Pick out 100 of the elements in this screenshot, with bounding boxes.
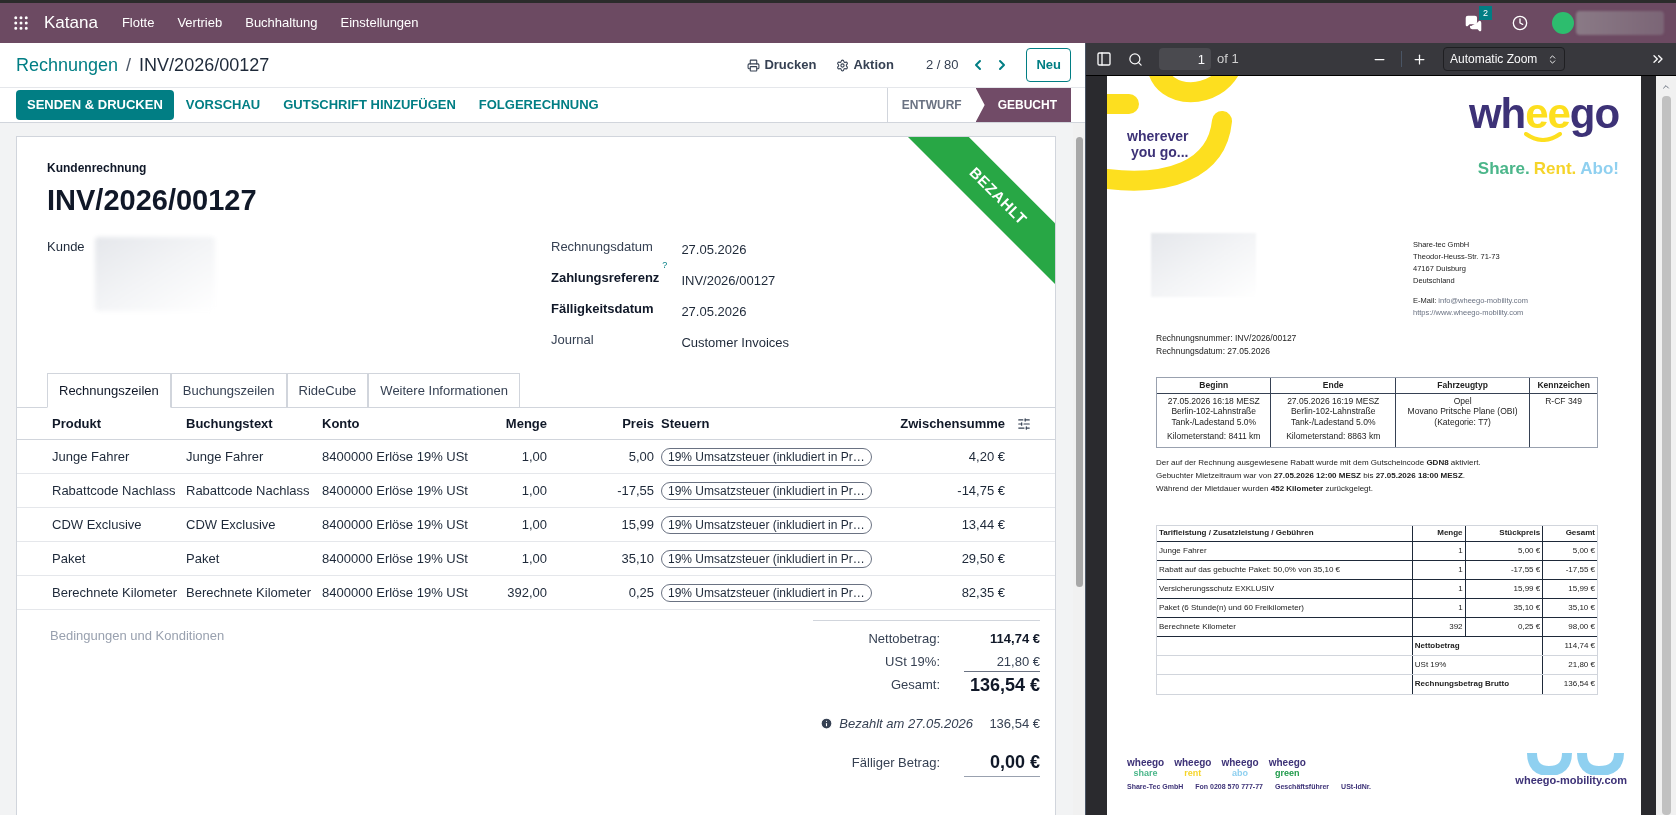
pager-text: 2 / 80 — [925, 56, 959, 75]
app-name[interactable]: Katana — [44, 10, 98, 36]
field-label: Zahlungsreferenz — [551, 268, 660, 287]
pdf-cell-text: 1 — [1412, 579, 1466, 598]
pdf-cell-text: Berechnete Kilometer — [1157, 617, 1413, 636]
total-label: Fälliger Betrag: — [851, 754, 940, 773]
note-text: Während der Mietdauer wurden 452 Kilometer zurückgelegt. — [1156, 482, 1374, 495]
record-title: INV/2026/00127 — [139, 53, 270, 77]
zoom-in-icon[interactable] — [1412, 51, 1427, 67]
status-step[interactable]: GEBUCHT — [975, 88, 1071, 122]
field-label: Fälligkeitsdatum — [551, 299, 654, 318]
total-label: Nettobetrag: — [868, 629, 940, 648]
menu-item[interactable]: Buchhaltung — [245, 13, 318, 33]
pdf-column-header: Fahrzeugtyp — [1395, 378, 1531, 393]
header-button[interactable]: VORSCHAU — [174, 90, 272, 120]
search-icon[interactable] — [1128, 51, 1143, 67]
column-header[interactable]: Zwischensumme — [874, 413, 1005, 434]
due-amount: 0,00 € — [964, 749, 1040, 777]
notebook-tab[interactable]: RideCube — [286, 372, 369, 408]
select-caret-icon — [1547, 53, 1558, 65]
pdf-cell-text: Berlin-102-Lahnstraße — [1171, 406, 1257, 417]
tagline-word: Share. — [1477, 158, 1530, 180]
pdf-column-header: Stückpreis — [1465, 525, 1544, 541]
field-value[interactable]: Customer Invoices — [681, 334, 790, 350]
field-value[interactable]: 27.05.2026 — [681, 303, 747, 319]
menu-item[interactable]: Flotte — [121, 13, 155, 33]
menu-item[interactable]: Einstellungen — [340, 13, 419, 33]
slogan-text: you go... — [1130, 144, 1189, 160]
pdf-column-header: Ende — [1271, 378, 1396, 393]
pdf-cell-text: R-CF 349 — [1545, 395, 1583, 406]
chat-icon[interactable] — [1465, 14, 1482, 32]
pdf-cell-text: -17,55 € — [1564, 563, 1596, 576]
pdf-cell-text: (Kategorie: T7) — [1434, 416, 1491, 427]
notebook-tab[interactable]: Weitere Informationen — [368, 372, 521, 408]
sidebar-toggle-icon[interactable] — [1096, 51, 1112, 67]
field-value[interactable]: 27.05.2026 — [681, 241, 747, 257]
pdf-cell-text: Opel — [1453, 395, 1472, 406]
apps-menu-icon[interactable] — [12, 14, 30, 32]
zoom-select[interactable]: Automatic Zoom — [1443, 47, 1565, 71]
scrollbar[interactable] — [1656, 76, 1676, 815]
header-button[interactable]: FOLGERECHNUNG — [467, 90, 610, 120]
printer-icon — [747, 58, 761, 72]
pdf-cell-text: 15,99 € — [1567, 582, 1596, 595]
pdf-sum-value: 136,54 € — [1562, 678, 1596, 690]
pdf-sum-value: 114,74 € — [1563, 639, 1596, 652]
table-cell-text: 82,35 € — [960, 583, 1005, 602]
new-button[interactable]: Neu — [1026, 48, 1071, 82]
print-button[interactable]: Drucken — [747, 55, 817, 75]
table-cell-text: 5,00 — [627, 447, 654, 466]
notebook-tab[interactable]: Rechnungszeilen — [47, 372, 171, 408]
pdf-column-header: Tarifleistung / Zusatzleistung / Gebühren — [1157, 525, 1413, 541]
pdf-cell-text: 35,10 € — [1567, 601, 1596, 614]
table-cell-text: Rabattcode Nachlass — [186, 481, 311, 500]
table-cell-text: 8400000 Erlöse 19% USt — [322, 447, 469, 466]
pdf-cell-text: Movano Pritsche Plane (OBI) — [1407, 406, 1518, 417]
field-label: Rechnungsdatum — [551, 237, 653, 256]
brand-sub-label: rent — [1184, 767, 1202, 778]
column-header[interactable]: Produkt — [52, 413, 186, 434]
brand-sub-label: green — [1275, 767, 1300, 778]
table-cell-text: 1,00 — [520, 481, 547, 500]
pdf-cell-text: 27.05.2026 16:18 MESZ — [1167, 395, 1260, 406]
info-icon[interactable] — [820, 717, 834, 730]
field-value[interactable]: INV/2026/00127 — [681, 272, 776, 288]
invoice-info-line: Rechnungsnummer: INV/2026/00127 — [1156, 332, 1298, 345]
pdf-sum-label: Rechnungsbetrag Brutto — [1412, 674, 1544, 694]
column-header[interactable]: Steuern — [654, 413, 874, 434]
table-cell-text: CDW Exclusive — [186, 515, 277, 534]
menu-item[interactable]: Vertrieb — [177, 13, 223, 33]
header-button[interactable]: SENDEN & DRUCKEN — [16, 90, 174, 120]
column-header[interactable]: Preis — [547, 413, 654, 434]
column-settings-icon[interactable] — [1017, 416, 1031, 431]
tagline-word: Abo! — [1580, 158, 1619, 180]
total-label: Gesamt: — [890, 675, 940, 694]
header-button[interactable]: GUTSCHRIFT HINZUFÜGEN — [272, 90, 467, 120]
field-label: Kunde — [47, 237, 86, 256]
page-count-text: of 1 — [1217, 50, 1239, 69]
brand-sub-label: abo — [1232, 767, 1249, 778]
pdf-cell-text: 98,00 € — [1567, 620, 1596, 633]
brand-logo: wheego — [1127, 756, 1165, 768]
column-header[interactable]: Buchungstext — [186, 413, 322, 434]
table-cell-text: 1,00 — [520, 515, 547, 534]
table-cell-text: 15,99 — [620, 515, 654, 534]
activity-clock-icon[interactable] — [1512, 15, 1528, 31]
pdf-cell-text: 27.05.2026 16:19 MESZ — [1287, 395, 1380, 406]
total-value: 114,74 € — [989, 629, 1040, 648]
note-text: Gebuchter Mietzeitraum war von 27.05.2026 12:00 MESZ bis 27.05.2026 18:00 MESZ. — [1156, 469, 1467, 482]
smile-icon — [1523, 132, 1563, 142]
table-cell-text: 392,00 — [506, 583, 547, 602]
action-button[interactable]: Aktion — [836, 55, 894, 75]
status-step[interactable]: ENTWURF — [887, 88, 976, 122]
column-header[interactable]: Menge — [472, 413, 547, 434]
page-number-field[interactable]: 1 — [1159, 48, 1211, 70]
breadcrumb-link[interactable]: Rechnungen — [16, 51, 119, 79]
breadcrumb-separator: / — [126, 53, 132, 77]
tagline-word: Rent. — [1533, 158, 1577, 180]
user-avatar[interactable] — [1552, 12, 1574, 34]
pdf-cell-text: 0,25 € — [1465, 617, 1544, 636]
notebook-tab[interactable]: Buchungszeilen — [170, 372, 287, 408]
column-header[interactable]: Konto — [322, 413, 472, 434]
table-cell-text: Berechnete Kilometer — [186, 583, 312, 602]
